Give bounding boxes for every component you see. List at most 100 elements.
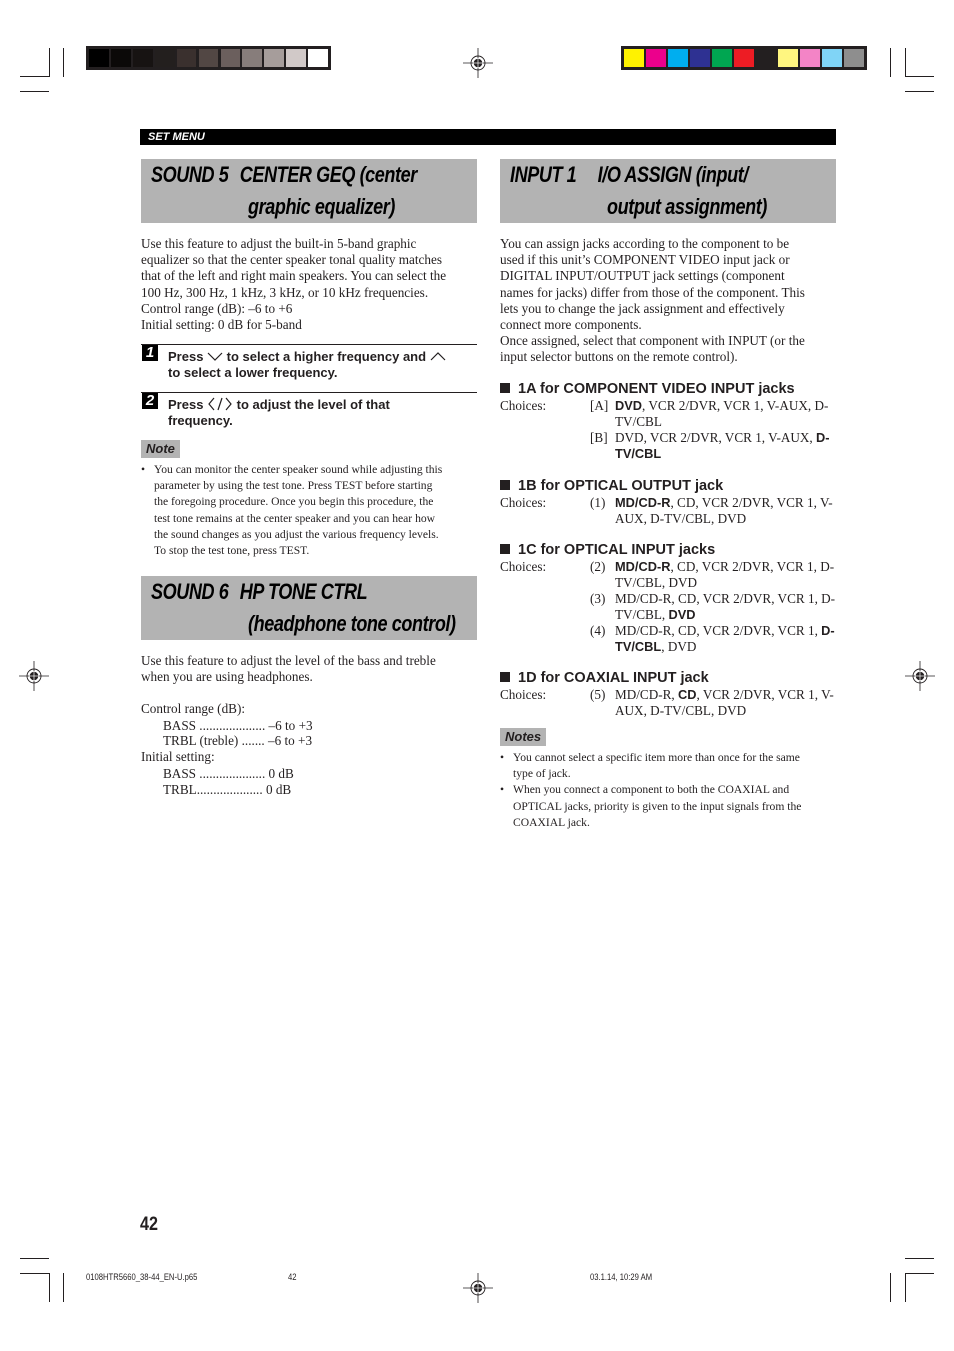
group-heading: 1C for OPTICAL INPUT jacks <box>500 542 715 558</box>
text-line: that of the left and right main speakers… <box>141 268 447 284</box>
step-text: to select a lower frequency. <box>168 365 338 380</box>
crop-mark <box>905 1258 934 1259</box>
divider <box>141 344 477 345</box>
choices-label: Choices: <box>500 495 547 510</box>
text-line: To stop the test tone, press TEST. <box>154 544 310 558</box>
color-swatch <box>220 49 241 67</box>
text-line: connect more components. <box>500 317 642 333</box>
color-swatch <box>778 49 798 67</box>
heading-subtitle: output assignment) <box>607 194 767 219</box>
text-line: equalizer so that the center speaker ton… <box>141 252 442 268</box>
spec-value: 0 dB <box>268 766 294 781</box>
leader-dots: .................... <box>196 782 263 797</box>
text-line: You can monitor the center speaker sound… <box>154 463 443 476</box>
crop-mark <box>20 76 49 77</box>
text-line: You cannot select a specific item more t… <box>513 751 800 764</box>
default-choice: DVD <box>615 398 643 413</box>
footer-timestamp: 03.1.14, 10:29 AM <box>590 1272 653 1282</box>
color-swatch <box>111 49 131 67</box>
control-range-label: Control range (dB): <box>141 701 246 716</box>
heading-title: CENTER GEQ (center <box>239 162 417 187</box>
crop-mark <box>20 1258 49 1259</box>
input1-description: You can assign jacks according to the co… <box>500 236 840 366</box>
step-text: to adjust the level of that <box>236 397 390 412</box>
step-number: 1 <box>142 345 158 361</box>
spec-name: TRBL <box>163 782 197 797</box>
initial-setting-label: Initial setting: <box>141 749 215 764</box>
step-number: 2 <box>142 393 158 409</box>
heading-title: I/O ASSIGN (input/ <box>597 162 749 187</box>
choice-index: (1) <box>590 495 606 510</box>
grayscale-color-bar <box>86 46 331 70</box>
step-text: Press <box>168 397 204 412</box>
chevron-up-icon <box>430 352 446 361</box>
section-label: SET MENU <box>140 129 836 145</box>
step-text: Press <box>168 349 204 364</box>
color-swatch <box>624 49 644 67</box>
choice-index: [B] <box>590 430 608 445</box>
spec-name: BASS <box>163 766 196 781</box>
text-line: type of jack. <box>513 767 571 781</box>
note-text: You cannot select a specific item more t… <box>513 750 836 782</box>
spec-name: BASS <box>163 718 196 733</box>
group-heading: 1B for OPTICAL OUTPUT jack <box>500 478 723 494</box>
choice-index: (2) <box>590 559 606 574</box>
page-number: 42 <box>140 1214 158 1235</box>
choice-values: MD/CD-R, CD, VCR 2/DVR, VCR 1, D-TV/CBL,… <box>615 591 837 623</box>
crop-mark <box>905 91 934 92</box>
notes-label: Notes <box>500 728 547 746</box>
choice-option: (3) MD/CD-R, CD, VCR 2/DVR, VCR 1, D-TV/C… <box>590 591 840 623</box>
crop-mark <box>63 48 64 77</box>
color-swatch <box>176 49 197 67</box>
choice-text: , VCR 2/DVR, VCR 1, V-AUX, D-TV/CBL <box>615 398 829 429</box>
choice-values: MD/CD-R, CD, VCR 2/DVR, VCR 1, V-AUX, D-… <box>615 687 837 719</box>
chevron-down-icon <box>207 352 223 361</box>
leader-dots: .................... <box>199 766 266 781</box>
text-line: input selector buttons on the remote con… <box>500 349 738 365</box>
crop-mark <box>20 91 49 92</box>
spec-value: 0 dB <box>265 782 292 797</box>
choices-label: Choices: <box>500 559 547 574</box>
sound6-heading: SOUND 6 HP TONE CTRL (headphone tone cont… <box>141 576 477 640</box>
text-line: OPTICAL jacks, priority is given to the … <box>513 799 802 813</box>
text-line: When you connect a component to both the… <box>513 783 790 797</box>
registration-mark-icon <box>905 661 935 691</box>
choice-option: (1) MD/CD-R, CD, VCR 2/DVR, VCR 1, V-AUX,… <box>590 495 840 527</box>
text-line: Use this feature to adjust the built-in … <box>141 236 417 251</box>
spec-row: BASS .................... 0 dB <box>163 766 294 782</box>
text-line: parameter by using the test tone. Press … <box>154 479 433 493</box>
choice-text: DVD, VCR 2/DVR, VCR 1, V-AUX, <box>615 430 817 445</box>
bullet: • <box>500 783 505 797</box>
sound5-description: Use this feature to adjust the built-in … <box>141 236 481 333</box>
color-swatch <box>646 49 666 67</box>
text-line: Control range (dB): –6 to +6 <box>141 300 293 316</box>
chevron-left-right-icon <box>208 397 232 411</box>
heading-subtitle: (headphone tone control) <box>248 611 456 636</box>
choice-option: [B] DVD, VCR 2/DVR, VCR 1, V-AUX, D-TV/CB… <box>590 430 840 462</box>
choice-index: (4) <box>590 623 606 638</box>
group-title: 1A for COMPONENT VIDEO INPUT jacks <box>518 381 795 397</box>
choice-option: [A] DVD, VCR 2/DVR, VCR 1, V-AUX, D-TV/CB… <box>590 398 840 430</box>
choice-text: MD/CD-R, CD, VCR 2/DVR, VCR 1, <box>615 623 822 638</box>
text-line: when you are using headphones. <box>141 669 313 685</box>
bullet: • <box>141 463 146 476</box>
square-bullet-icon <box>500 544 510 554</box>
note-label: Note <box>141 440 180 458</box>
default-choice: DVD <box>668 607 696 622</box>
default-choice: MD/CD-R <box>615 495 671 510</box>
crop-mark <box>890 48 891 77</box>
choice-option: (4) MD/CD-R, CD, VCR 2/DVR, VCR 1, D-TV/C… <box>590 623 840 655</box>
default-choice: MD/CD-R <box>615 559 671 574</box>
choice-text: MD/CD-R, CD, VCR 2/DVR, VCR 1, D-TV/CBL, <box>615 591 836 622</box>
text-line: DIGITAL INPUT/OUTPUT jack settings (comp… <box>500 268 785 284</box>
crop-mark <box>49 1273 50 1302</box>
text-line: lets you to change the jack assignment a… <box>500 300 785 316</box>
choice-values: MD/CD-R, CD, VCR 2/DVR, VCR 1, V-AUX, D-… <box>615 495 837 527</box>
choice-text: , DVD <box>661 639 697 654</box>
spec-row: BASS .................... –6 to +3 <box>163 718 313 734</box>
text-line: You can assign jacks according to the co… <box>500 236 790 251</box>
step-2-instruction: Press to adjust the level of that freque… <box>168 397 478 429</box>
text-line: the sound changes as you adjust the vari… <box>154 527 439 541</box>
spec-value: –6 to +3 <box>268 718 313 733</box>
registration-mark-icon <box>463 48 493 78</box>
